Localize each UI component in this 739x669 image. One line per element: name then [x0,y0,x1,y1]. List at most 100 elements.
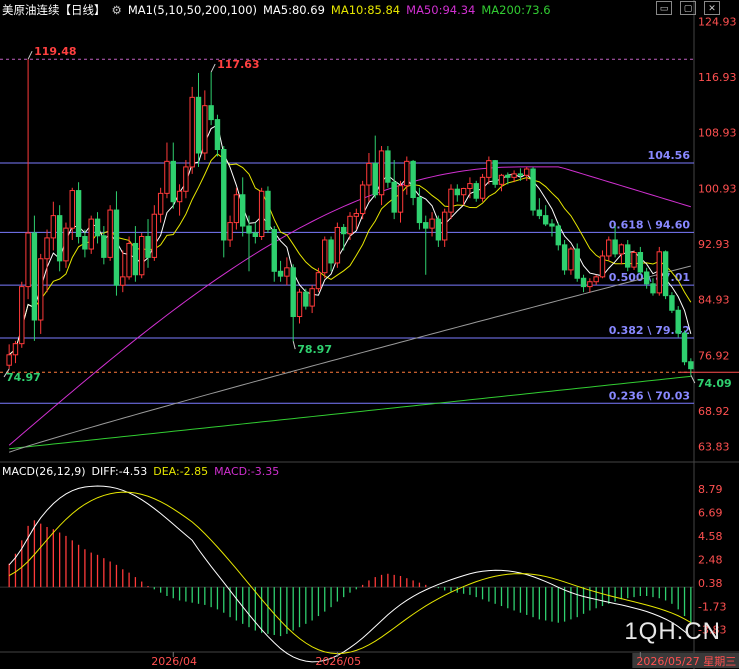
ma5-value: MA5:80.69 [263,3,325,17]
fib-label: 104.56 [648,149,691,162]
price-annotation: 78.97 [297,343,332,356]
fib-label: 0.236 \ 70.03 [609,389,690,402]
price-tick-label: 76.92 [698,349,730,362]
price-tick-label: 92.93 [698,238,730,251]
candle-body [170,160,176,203]
candle-body [568,248,574,271]
ma200-line [9,375,691,450]
candle-body [542,215,549,225]
candle-body [675,309,681,334]
watermark: 1QH.CN [624,618,721,645]
annotation-pointer [292,340,296,350]
candle-body [650,283,656,294]
candle-body [530,168,536,211]
price-tick-label: 63.83 [698,440,730,453]
price-tick-label: 108.93 [698,127,737,140]
candle-body [347,215,353,235]
candle-body [75,190,82,237]
candle-body [176,190,183,203]
candle-body [265,190,271,231]
candle-body [132,242,139,276]
candle-body [631,252,637,268]
settings-gear-icon[interactable]: ⚙ [112,3,122,17]
candle-body [555,225,562,246]
fib-label: 0.618 \ 94.60 [609,218,691,231]
candle-body [334,226,341,264]
price-annotation: 117.63 [217,58,259,71]
candle-body [195,96,202,154]
maximize-icon[interactable]: ▢ [680,1,696,15]
candle-body [309,288,315,307]
time-axis-label: 2026/04 [151,655,197,668]
candle-body [643,271,650,285]
price-tick-label: 116.93 [698,71,737,84]
candle-body [120,276,126,286]
time-axis-label: 2026/05/27 星期三 [636,655,736,668]
candle-body [31,232,38,321]
candle-body [208,105,214,121]
minimize-icon[interactable]: ▭ [656,1,672,15]
candle-body [19,286,25,345]
candle-body [50,215,57,239]
candle-body [252,232,259,238]
candle-body [145,236,151,258]
candle-body [479,176,486,199]
candle-body [63,227,69,262]
candle-body [492,160,498,185]
price-tick-label: 100.93 [698,182,737,195]
ma50-value: MA50:94.34 [406,3,476,17]
candle-body [372,162,378,196]
candle-body [423,222,429,229]
candle-body [656,251,662,294]
candle-body [435,218,442,241]
candle-body [322,239,328,274]
candle-body [113,209,120,286]
candle-body [561,244,568,271]
price-tick-label: 124.93 [698,15,737,28]
candle-body [593,276,599,283]
candle-body [12,343,19,356]
macd-tick-label: 8.79 [698,483,723,496]
candle-body [25,232,31,288]
chart-header: 美原油连续【日线】 ⚙ MA1(5,10,50,200,100) MA5:80.69 M… [2,2,557,18]
candle-body [429,218,435,229]
candle-body [88,218,94,250]
candle-body [618,244,625,255]
candle-body [202,105,208,154]
candle-body [517,173,524,176]
ma-main-label: MA1(5,10,50,200,100) [127,3,257,17]
macd-tick-label: 4.58 [698,530,723,543]
candle-body [151,213,158,258]
candle-body [233,194,240,224]
candle-body [277,270,284,277]
candle-body [82,236,88,250]
candle-body [606,239,612,257]
macd-dea: DEA:-2.85 [153,465,209,478]
candle-body [625,244,631,268]
candle-body [410,160,416,199]
kline-chart: 124.93 116.93 108.93 100.93 92.93 84.93 76.92 6… [0,0,739,669]
candle-body [669,295,675,311]
candle-body [246,225,252,234]
period-label[interactable]: 【日线】 [60,3,106,17]
candle-body [353,213,360,217]
candle-body [107,209,113,258]
candle-body [366,162,372,186]
candle-body [662,251,669,297]
candle-body [511,173,517,178]
candle-body [498,174,505,185]
candle-body [189,96,195,168]
annotation-pointer [210,63,216,73]
macd-tick-label: 2.48 [698,553,723,566]
candle-body [599,255,606,278]
candle-body [69,190,75,229]
close-icon[interactable]: ✕ [704,1,720,15]
macd-params: MACD(26,12,9) [2,465,86,478]
candle-body [101,235,107,258]
candle-body [284,267,290,277]
candle-body [391,181,397,213]
candle-body [340,226,347,235]
annotation-pointer [27,50,33,60]
candle-body [524,168,530,176]
ma200-value: MA200:73.6 [481,3,551,17]
